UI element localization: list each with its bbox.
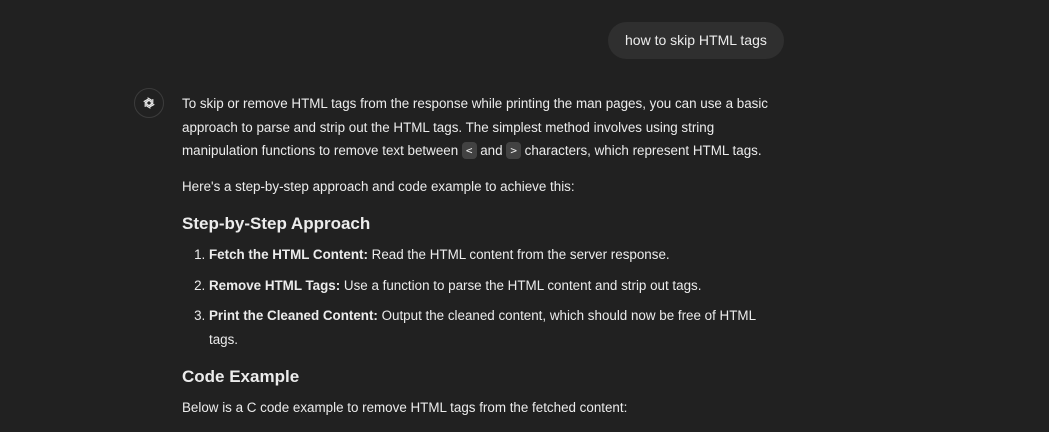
list-item: Fetch the HTML Content: Read the HTML co… [209, 243, 772, 267]
steps-heading: Step-by-Step Approach [182, 214, 371, 233]
intro-paragraph: To skip or remove HTML tags from the res… [182, 92, 772, 163]
openai-logo-icon [143, 97, 155, 109]
user-message-text: how to skip HTML tags [625, 32, 767, 48]
intro-text-part3: characters, which represent HTML tags. [520, 143, 762, 158]
list-item: Remove HTML Tags: Use a function to pars… [209, 274, 772, 298]
lead-paragraph: Here's a step-by-step approach and code … [182, 178, 575, 194]
steps-list: Fetch the HTML Content: Read the HTML co… [182, 243, 772, 351]
step-title: Print the Cleaned Content: [209, 308, 378, 323]
chat-page: how to skip HTML tags To skip or remove … [0, 0, 1049, 432]
user-message-bubble: how to skip HTML tags [608, 22, 784, 59]
inline-code-gt: > [506, 142, 521, 159]
list-item: Print the Cleaned Content: Output the cl… [209, 304, 772, 351]
step-title: Remove HTML Tags: [209, 277, 341, 293]
intro-text-part2: and [476, 143, 507, 158]
assistant-response: To skip or remove HTML tags from the res… [182, 92, 772, 432]
step-text: Use a function to parse the HTML content… [340, 277, 702, 293]
assistant-avatar [134, 88, 164, 118]
code-example-heading: Code Example [182, 367, 300, 386]
code-intro-paragraph: Below is a C code example to remove HTML… [182, 400, 628, 415]
step-title: Fetch the HTML Content: [209, 247, 368, 262]
inline-code-lt: < [461, 142, 477, 159]
step-text: Read the HTML content from the server re… [367, 247, 670, 262]
